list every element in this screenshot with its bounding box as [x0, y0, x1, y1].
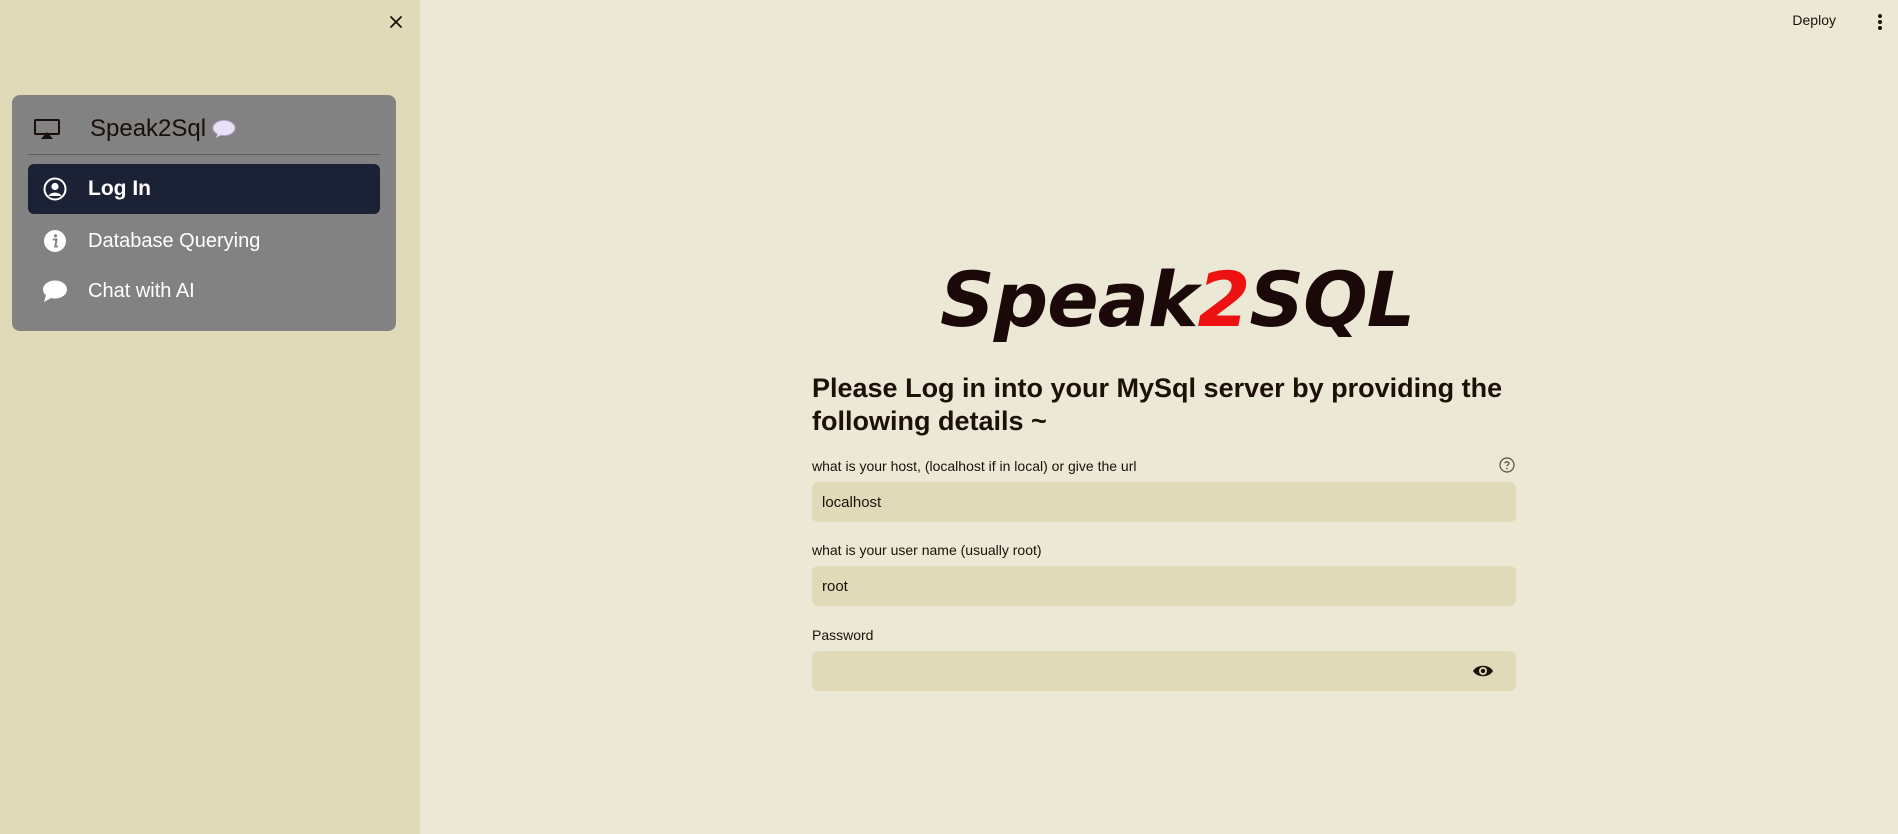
- host-field-label: what is your host, (localhost if in loca…: [812, 458, 1137, 474]
- menu-dot: [1878, 26, 1882, 30]
- help-icon[interactable]: [1499, 457, 1515, 473]
- user-circle-icon: [42, 176, 68, 202]
- logo-text-accent: 2: [1197, 255, 1251, 344]
- main-menu-button[interactable]: [1872, 12, 1888, 32]
- nav-header: Speak2Sql: [28, 109, 380, 149]
- nav-item-label: Log In: [88, 177, 151, 200]
- nav-item-database-querying[interactable]: Database Querying: [28, 216, 380, 266]
- speech-bubble-icon: [212, 119, 236, 139]
- info-icon: [42, 228, 68, 254]
- close-icon: [390, 16, 402, 28]
- username-input[interactable]: root: [812, 566, 1516, 606]
- eye-icon[interactable]: [1472, 662, 1494, 680]
- page-heading: Please Log in into your MySql server by …: [812, 373, 1503, 436]
- password-input[interactable]: [812, 651, 1516, 691]
- host-input[interactable]: localhost: [812, 482, 1516, 522]
- nav-divider: [28, 154, 380, 155]
- logo-text-part2: SQL: [1249, 255, 1415, 344]
- logo-text-part1: Speak: [940, 255, 1199, 344]
- username-field-label: what is your user name (usually root): [812, 542, 1042, 558]
- menu-dot: [1878, 14, 1882, 18]
- nav-item-log-in[interactable]: Log In: [28, 164, 380, 214]
- password-field-label: Password: [812, 627, 874, 643]
- deploy-button[interactable]: Deploy: [1792, 12, 1836, 28]
- app-title: Speak2Sql: [90, 115, 207, 142]
- sidebar: Speak2Sql Log In Database Querying Chat …: [0, 0, 420, 834]
- navigation-menu: Speak2Sql Log In Database Querying Chat …: [12, 95, 396, 331]
- close-sidebar-button[interactable]: [384, 10, 408, 34]
- nav-item-label: Chat with AI: [88, 279, 195, 302]
- chat-bubble-icon: [42, 278, 68, 304]
- airplay-icon: [34, 116, 66, 142]
- menu-dot: [1878, 20, 1882, 24]
- nav-item-label: Database Querying: [88, 229, 261, 252]
- speak2sql-logo: Speak2SQL: [940, 255, 1415, 365]
- nav-item-chat-with-ai[interactable]: Chat with AI: [28, 266, 380, 316]
